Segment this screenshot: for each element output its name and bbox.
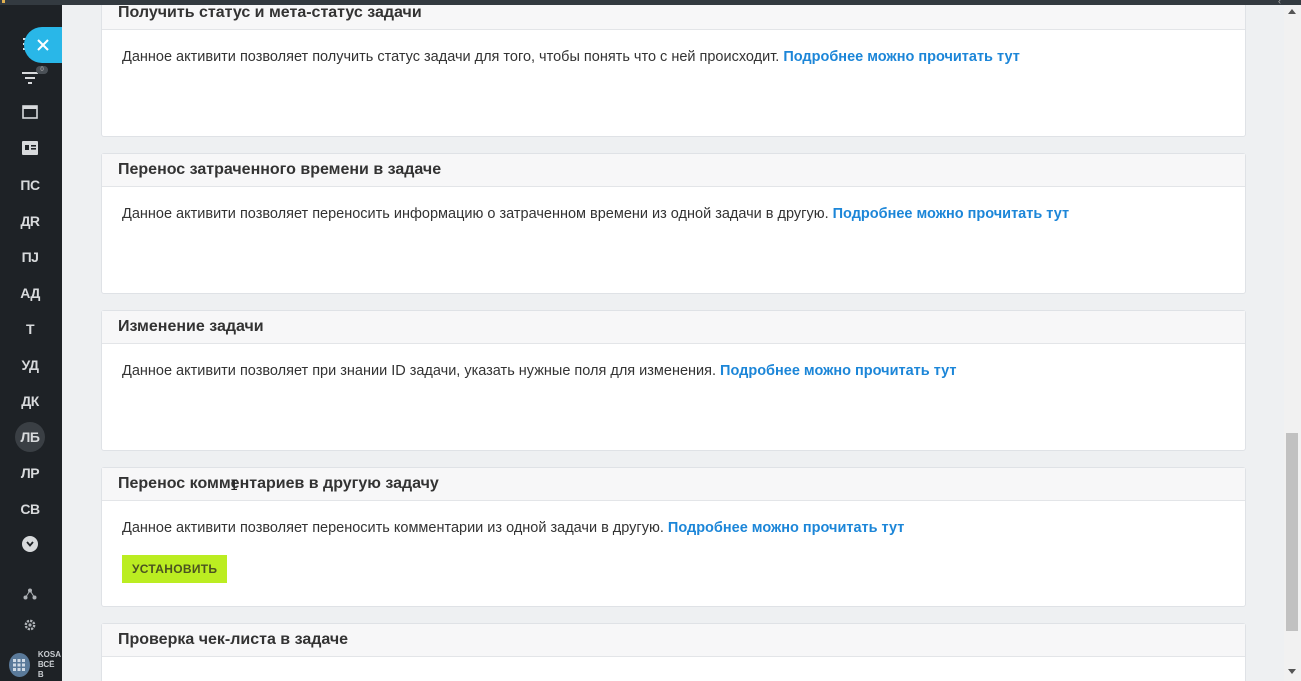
card-body: Данное активити позволяет переносить ком…: [102, 501, 1245, 583]
scroll-thumb[interactable]: [1286, 433, 1298, 631]
sidebar-item-9[interactable]: СВ: [0, 495, 60, 523]
page-scrollbar[interactable]: [1284, 5, 1301, 681]
brand-line-1: KOSA: [37, 650, 61, 659]
sidebar-item-8[interactable]: ЛР: [0, 459, 60, 487]
top-right-caret-icon: ‹: [1278, 0, 1281, 6]
activity-card-edit-task: Изменение задачи Данное активити позволя…: [101, 310, 1246, 451]
read-more-link[interactable]: Подробнее можно прочитать тут: [668, 520, 904, 536]
contact-card-icon[interactable]: [0, 134, 60, 162]
sidebar-item-6[interactable]: ДК: [0, 387, 60, 415]
card-title: Получить статус и мета-статус задачи: [118, 4, 422, 21]
card-description: Данное активити позволяет получить стату…: [122, 49, 780, 65]
brand-text: KOSA ВСЁ В: [38, 650, 61, 680]
read-more-link[interactable]: Подробнее можно прочитать тут: [720, 363, 956, 379]
network-icon[interactable]: [0, 580, 60, 608]
sidebar-item-4[interactable]: Т: [0, 315, 60, 343]
left-sidebar: 0 ПС ДR ПJ АД Т УД ДК ЛБ ЛР СВ KOSA ВСЁ …: [0, 0, 62, 681]
sidebar-item-5[interactable]: УД: [0, 351, 60, 379]
activity-card-transfer-time: Перенос затраченного времени в задаче Да…: [101, 153, 1246, 294]
sidebar-item-1[interactable]: ДR: [0, 207, 60, 235]
brand-line-2: ВСЁ В: [37, 660, 55, 679]
card-description: Данное активити позволяет переносить инф…: [122, 206, 829, 222]
card-title: Изменение задачи: [118, 318, 264, 335]
card-description: Данное активити позволяет переносить ком…: [122, 520, 664, 536]
card-title: Перенос комментариев в другую задачу: [118, 475, 439, 492]
brand-logo-icon: [9, 653, 30, 677]
card-title: Перенос затраченного времени в задаче: [118, 161, 442, 178]
gear-icon[interactable]: [0, 611, 60, 639]
close-panel-button[interactable]: [24, 27, 62, 63]
top-bar: ‹: [0, 0, 1301, 6]
read-more-link[interactable]: Подробнее можно прочитать тут: [783, 49, 1019, 65]
brand-block[interactable]: KOSA ВСЁ В: [9, 650, 61, 680]
activity-card-get-status: Получить статус и мета-статус задачи Дан…: [101, 0, 1246, 137]
card-header: Перенос комментариев в другую задачу: [102, 468, 1245, 501]
chevron-down-icon: [22, 536, 38, 552]
window-icon[interactable]: [0, 98, 60, 126]
card-description: Данное активити позволяет при знании ID …: [122, 363, 717, 379]
install-button[interactable]: УСТАНОВИТЬ: [122, 555, 228, 583]
sidebar-item-7-active[interactable]: ЛБ: [0, 422, 60, 452]
close-icon: [37, 39, 49, 51]
filter-badge: 0: [36, 66, 48, 74]
sidebar-item-3[interactable]: АД: [0, 279, 60, 307]
top-bar-marker: [2, 0, 5, 3]
more-items-button[interactable]: [0, 530, 60, 558]
sidebar-item-7-label: ЛБ: [20, 429, 40, 445]
card-body: Данное активити позволяет при знании ID …: [102, 344, 1245, 381]
card-title: Проверка чек-листа в задаче: [118, 631, 349, 648]
scroll-up-arrow-icon[interactable]: [1288, 9, 1296, 14]
card-body: Данное активити позволяет получить стату…: [102, 30, 1245, 67]
active-user-avatar: ЛБ: [15, 422, 45, 452]
card-body: Данное активити позволяет переносить инф…: [102, 187, 1245, 224]
activity-card-transfer-comments: Перенос комментариев в другую задачу Дан…: [101, 467, 1246, 607]
card-header: Проверка чек-листа в задаче: [102, 624, 1245, 657]
activity-card-checklist: Проверка чек-листа в задаче: [101, 623, 1246, 681]
read-more-link[interactable]: Подробнее можно прочитать тут: [833, 206, 1069, 222]
filter-icon[interactable]: [0, 64, 60, 92]
text-cursor-icon: I: [230, 478, 239, 494]
sidebar-item-0[interactable]: ПС: [0, 171, 60, 199]
sidebar-item-2[interactable]: ПJ: [0, 243, 60, 271]
card-header: Перенос затраченного времени в задаче: [102, 154, 1245, 187]
card-header: Изменение задачи: [102, 311, 1245, 344]
scroll-down-arrow-icon[interactable]: [1288, 669, 1296, 674]
